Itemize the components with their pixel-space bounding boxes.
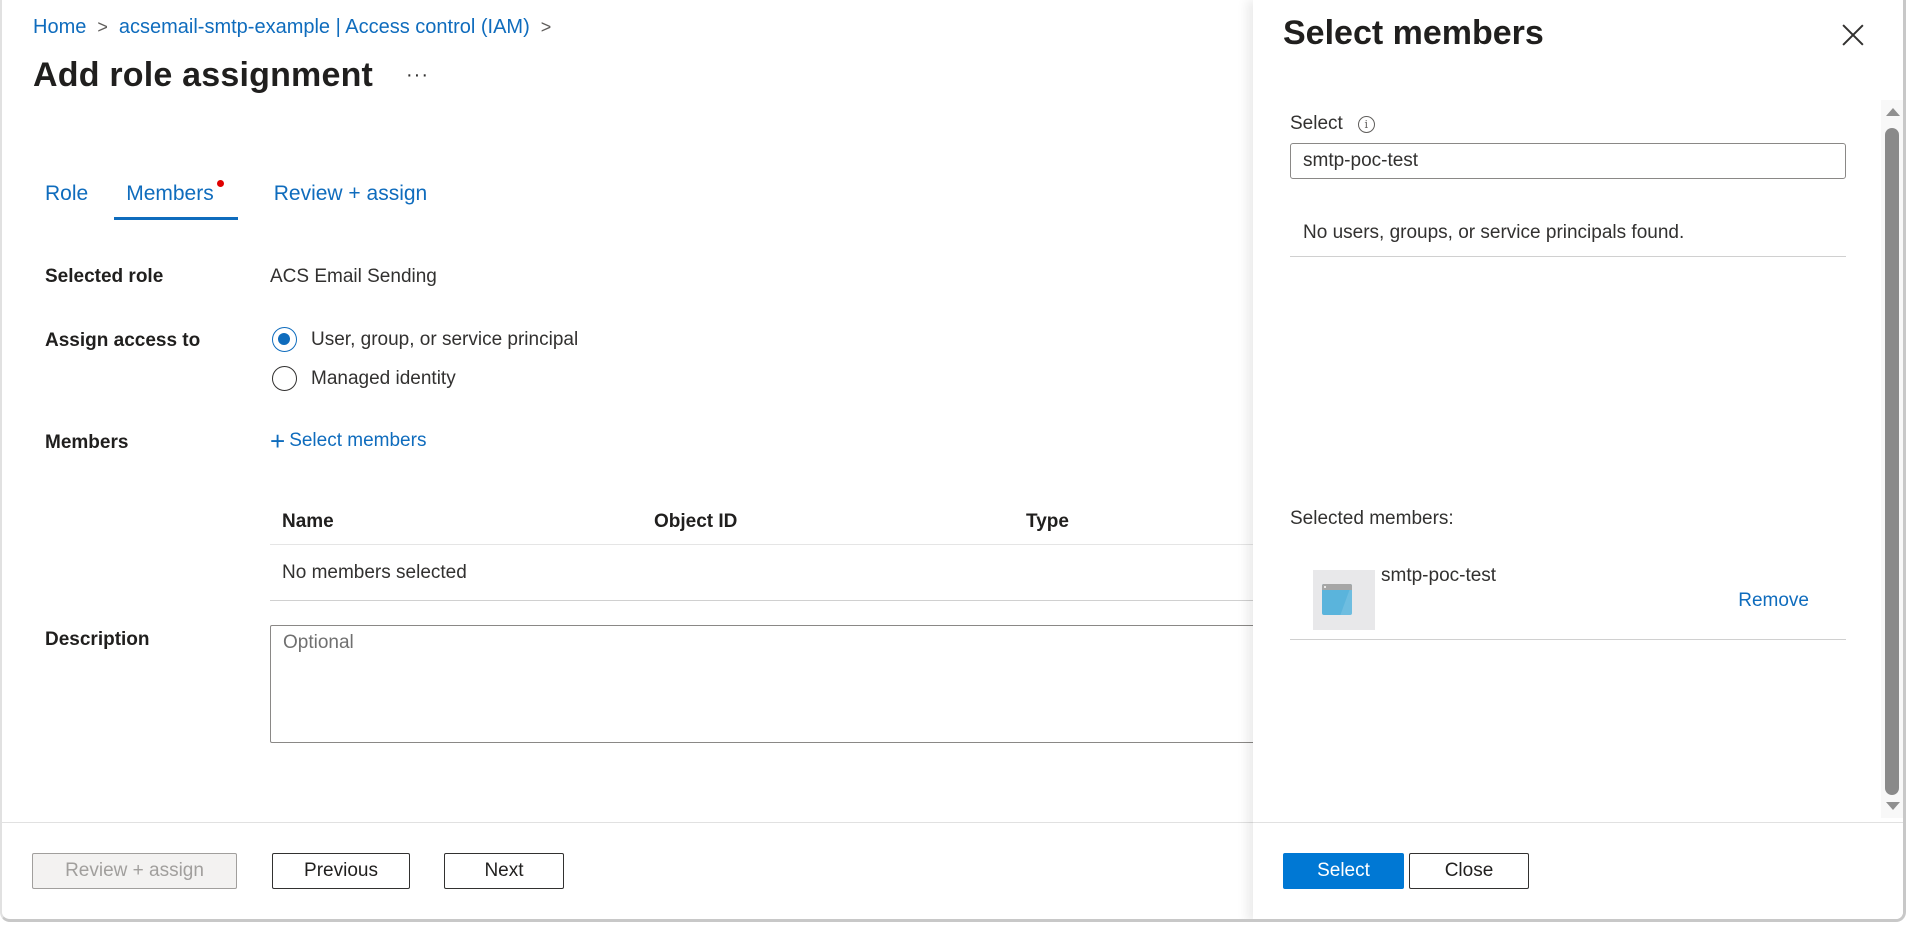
select-members-panel: Select members Select i No users, groups… [1253,0,1903,919]
select-button[interactable]: Select [1283,853,1404,889]
close-button[interactable]: Close [1409,853,1529,889]
scroll-down-arrow-icon[interactable] [1886,802,1900,810]
chevron-right-icon: > [540,17,552,37]
review-assign-button[interactable]: Review + assign [32,853,237,889]
selected-member-item: smtp-poc-test Remove [1290,560,1846,640]
panel-title: Select members [1283,14,1544,52]
plus-icon: + [270,426,286,456]
select-members-text: Select members [289,430,427,451]
info-icon[interactable]: i [1357,115,1375,133]
table-empty-row: No members selected [270,545,1260,601]
tab-review-assign[interactable]: Review + assign [274,182,428,220]
previous-button[interactable]: Previous [272,853,410,889]
tab-role[interactable]: Role [45,182,88,220]
required-indicator-dot [216,180,224,187]
column-header-name[interactable]: Name [270,511,642,533]
select-members-link[interactable]: + Select members [270,428,426,454]
breadcrumb: Home > acsemail-smtp-example | Access co… [33,16,562,39]
app-window: Home > acsemail-smtp-example | Access co… [0,0,1906,922]
more-options-icon[interactable]: ··· [406,64,429,87]
select-label-text: Select [1290,113,1343,134]
radio-user-group-sp[interactable]: User, group, or service principal [272,327,578,352]
tab-members[interactable]: Members [114,180,238,220]
tab-label: Role [45,182,89,205]
scroll-up-arrow-icon[interactable] [1886,108,1900,116]
radio-label: Managed identity [311,367,456,389]
selected-role-value: ACS Email Sending [270,266,437,287]
assign-access-label: Assign access to [45,330,201,351]
breadcrumb-access-control[interactable]: acsemail-smtp-example | Access control (… [119,16,530,39]
next-button[interactable]: Next [444,853,564,889]
page-title: Add role assignment [33,56,374,94]
no-results-message: No users, groups, or service principals … [1290,222,1846,257]
chevron-right-icon: > [97,17,108,37]
tab-label: Review + assign [273,182,428,205]
radio-label: User, group, or service principal [311,328,579,350]
panel-footer-divider [1253,822,1903,823]
footer-divider [2,822,1253,823]
remove-member-link[interactable]: Remove [1738,590,1809,612]
column-header-object-id[interactable]: Object ID [642,511,1014,533]
description-label: Description [45,629,150,650]
tab-label: Members [126,182,214,205]
description-input[interactable] [270,625,1270,743]
members-label: Members [45,432,129,453]
app-registration-icon [1313,570,1375,630]
panel-scrollbar[interactable] [1881,100,1903,818]
select-field-label: Select i [1290,113,1375,135]
column-header-type[interactable]: Type [1014,511,1069,533]
selected-member-name: smtp-poc-test [1381,565,1497,586]
tab-bar: Role Members Review + assign [45,180,428,220]
table-header: Name Object ID Type [270,500,1260,545]
radio-unchecked-icon[interactable] [272,366,297,391]
scrollbar-thumb[interactable] [1885,128,1899,795]
radio-checked-icon[interactable] [272,327,297,352]
member-search-input[interactable] [1290,143,1846,179]
breadcrumb-home[interactable]: Home [33,16,86,39]
selected-members-label: Selected members: [1290,508,1454,529]
radio-managed-identity[interactable]: Managed identity [272,366,456,391]
members-table: Name Object ID Type No members selected [270,500,1260,601]
close-icon[interactable] [1839,22,1867,50]
selected-role-label: Selected role [45,266,164,287]
